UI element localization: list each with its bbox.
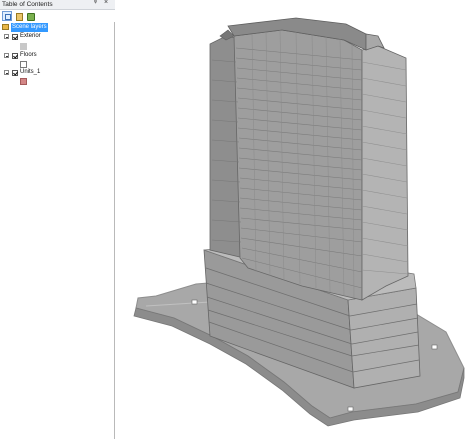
list-by-drawing-order-button[interactable] (2, 11, 12, 21)
collapse-icon[interactable] (4, 53, 9, 58)
collapse-icon[interactable] (4, 34, 9, 39)
list-by-source-button[interactable] (14, 11, 24, 21)
toc-title-bar: Table of Contents ᵠ × (0, 0, 115, 10)
base-plate-marker (431, 344, 438, 350)
collapse-icon[interactable] (4, 70, 9, 75)
building-3d-model (133, 17, 465, 427)
layer-name: Floors (20, 52, 37, 58)
base-plate-marker (191, 299, 198, 305)
base-plate-marker (347, 406, 354, 412)
close-icon[interactable]: × (104, 0, 108, 6)
list-icon (5, 14, 11, 20)
visibility-checkbox[interactable] (12, 33, 18, 40)
table-of-contents-panel: Table of Contents ᵠ × Scene layers Exter… (0, 0, 115, 439)
layer-name: Exterior (20, 33, 41, 39)
tower-right-face (361, 45, 409, 301)
visibility-checkbox[interactable] (12, 69, 18, 76)
3d-scene-view[interactable] (116, 0, 474, 439)
units-symbol-swatch[interactable] (20, 78, 27, 85)
source-icon (16, 13, 23, 21)
scene-layers-label: Scene layers (11, 23, 48, 32)
list-by-visibility-button[interactable] (26, 11, 36, 21)
layer-name: Units_1 (20, 69, 41, 75)
exterior-symbol-swatch[interactable] (20, 43, 27, 50)
layer-group-icon (2, 24, 9, 30)
toc-title: Table of Contents (2, 1, 53, 8)
floors-symbol-swatch[interactable] (20, 61, 27, 68)
visibility-checkbox[interactable] (12, 52, 18, 59)
visibility-icon (27, 13, 35, 21)
toc-toolbar (0, 10, 115, 22)
pin-icon[interactable]: ᵠ (94, 0, 97, 6)
